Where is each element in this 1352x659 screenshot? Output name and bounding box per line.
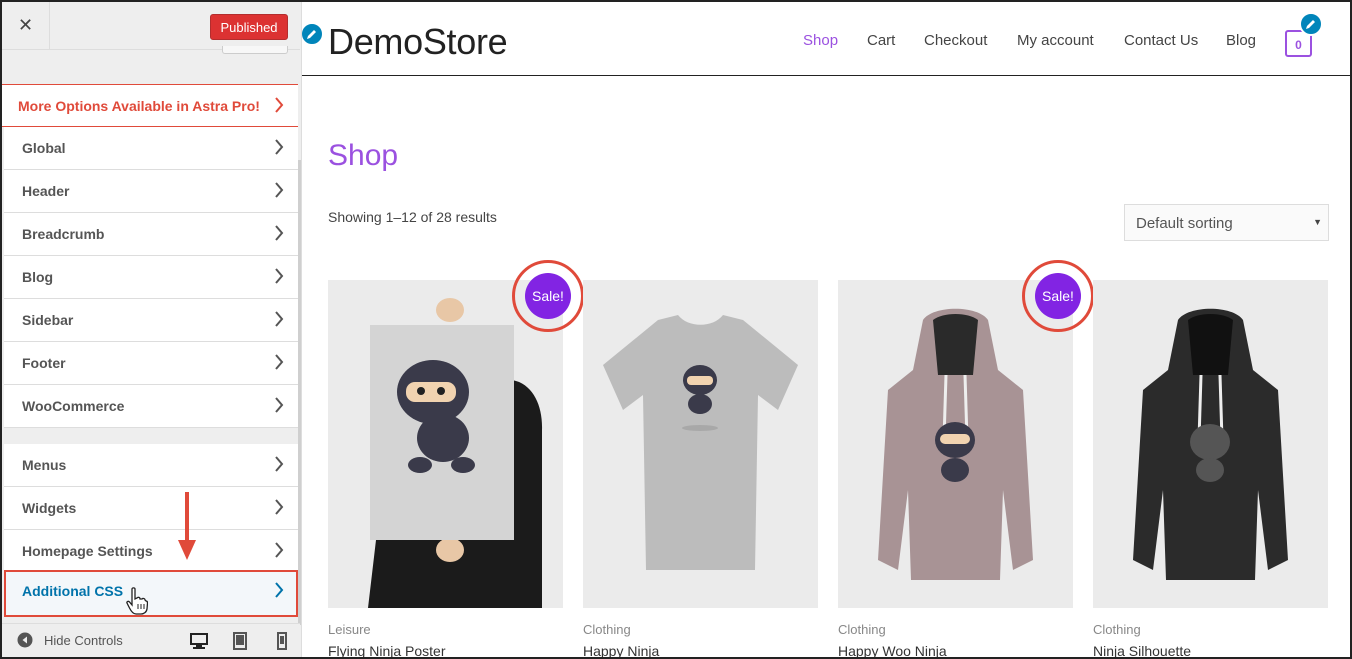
site-header: DemoStore Shop Cart Checkout My account … xyxy=(302,2,1350,76)
cart-count: 0 xyxy=(1295,38,1302,52)
section-sidebar[interactable]: Sidebar xyxy=(4,299,298,342)
publish-button[interactable]: Published xyxy=(210,14,288,40)
nav-contact-us[interactable]: Contact Us xyxy=(1124,32,1198,49)
product-category[interactable]: Leisure xyxy=(328,622,563,637)
section-label: Sidebar xyxy=(22,312,74,328)
hoodie-image-icon xyxy=(838,280,1073,608)
product-category[interactable]: Clothing xyxy=(838,622,1073,637)
customizer-header: ✕ Published xyxy=(2,2,300,50)
nav-shop[interactable]: Shop xyxy=(803,32,838,49)
product-category[interactable]: Clothing xyxy=(583,622,818,637)
product-card[interactable]: Leisure Flying Ninja Poster xyxy=(328,280,563,657)
chevron-right-icon xyxy=(274,541,284,559)
edit-logo-pencil-icon[interactable] xyxy=(302,22,324,46)
chevron-right-icon xyxy=(274,96,284,114)
hide-controls-label: Hide Controls xyxy=(44,633,123,648)
chevron-right-icon xyxy=(274,581,284,599)
edit-cart-pencil-icon[interactable] xyxy=(1299,12,1323,36)
section-label: Footer xyxy=(22,355,66,371)
product-name[interactable]: Ninja Silhouette xyxy=(1093,643,1328,657)
mobile-icon[interactable] xyxy=(272,631,292,651)
result-count: Showing 1–12 of 28 results xyxy=(328,209,497,225)
sale-highlight: Sale! xyxy=(512,260,584,332)
section-label: Blog xyxy=(22,269,54,285)
product-name[interactable]: Flying Ninja Poster xyxy=(328,643,563,657)
section-blog[interactable]: Blog xyxy=(4,256,298,299)
product-category[interactable]: Clothing xyxy=(1093,622,1328,637)
site-preview: DemoStore Shop Cart Checkout My account … xyxy=(302,2,1350,657)
section-label: Global xyxy=(22,140,66,156)
nav-cart[interactable]: Cart xyxy=(867,32,895,49)
hand-cursor-icon xyxy=(126,587,148,615)
product-name[interactable]: Happy Woo Ninja xyxy=(838,643,1073,657)
section-label: Menus xyxy=(22,457,67,473)
nav-my-account[interactable]: My account xyxy=(1017,32,1094,49)
customizer-sidebar: ✕ Published More Options Available in As… xyxy=(2,2,302,657)
section-label: Additional CSS xyxy=(22,583,124,599)
section-header[interactable]: Header xyxy=(4,170,298,213)
chevron-right-icon xyxy=(274,224,284,242)
product-image[interactable] xyxy=(1093,280,1328,608)
chevron-right-icon xyxy=(274,181,284,199)
product-image[interactable] xyxy=(838,280,1073,608)
section-label: Homepage Settings xyxy=(22,543,153,559)
section-homepage-settings[interactable]: Homepage Settings xyxy=(4,530,298,573)
chevron-right-icon xyxy=(274,396,284,414)
poster-image-icon xyxy=(328,280,563,608)
section-menus[interactable]: Menus xyxy=(4,444,298,487)
chevron-right-icon xyxy=(274,138,284,156)
annotation-arrow-icon xyxy=(178,492,196,560)
collapse-icon xyxy=(17,632,33,648)
hoodie-image-icon xyxy=(1093,280,1328,608)
section-widgets[interactable]: Widgets xyxy=(4,487,298,530)
chevron-right-icon xyxy=(274,353,284,371)
nav-blog[interactable]: Blog xyxy=(1226,32,1256,49)
sorting-value: Default sorting xyxy=(1136,215,1233,232)
sorting-select[interactable]: Default sorting ▼ xyxy=(1124,204,1329,241)
section-label: Widgets xyxy=(22,500,77,516)
section-woocommerce[interactable]: WooCommerce xyxy=(4,385,298,428)
site-logo[interactable]: DemoStore xyxy=(328,21,508,63)
sidebar-scrollbar[interactable] xyxy=(298,160,301,625)
promo-label: More Options Available in Astra Pro! xyxy=(18,98,260,114)
nav-checkout[interactable]: Checkout xyxy=(924,32,987,49)
product-image[interactable] xyxy=(583,280,818,608)
caret-down-icon: ▼ xyxy=(1313,217,1322,227)
app-frame: ✕ Published More Options Available in As… xyxy=(0,0,1352,659)
section-label: Breadcrumb xyxy=(22,226,105,242)
section-breadcrumb[interactable]: Breadcrumb xyxy=(4,213,298,256)
product-card[interactable]: Clothing Happy Woo Ninja xyxy=(838,280,1073,657)
product-image[interactable] xyxy=(328,280,563,608)
close-icon: ✕ xyxy=(17,15,34,35)
astra-pro-promo-link[interactable]: More Options Available in Astra Pro! xyxy=(2,84,298,127)
chevron-right-icon xyxy=(274,267,284,285)
sale-badge: Sale! xyxy=(1035,273,1081,319)
section-additional-css[interactable]: Additional CSS xyxy=(4,570,298,617)
section-label: WooCommerce xyxy=(22,398,125,414)
desktop-icon[interactable] xyxy=(189,631,209,651)
section-label: Header xyxy=(22,183,70,199)
customizer-sections: More Options Available in Astra Pro! Glo… xyxy=(2,50,298,625)
chevron-right-icon xyxy=(274,310,284,328)
chevron-right-icon xyxy=(274,498,284,516)
section-global[interactable]: Global xyxy=(4,127,298,170)
tablet-icon[interactable] xyxy=(230,631,250,651)
product-name[interactable]: Happy Ninja xyxy=(583,643,818,657)
product-card[interactable]: Clothing Happy Ninja xyxy=(583,280,818,657)
page-title: Shop xyxy=(328,139,399,172)
customizer-footer: Hide Controls xyxy=(2,623,300,657)
chevron-right-icon xyxy=(274,455,284,473)
close-button[interactable]: ✕ xyxy=(2,2,50,49)
product-card[interactable]: Clothing Ninja Silhouette xyxy=(1093,280,1328,657)
sale-badge: Sale! xyxy=(525,273,571,319)
tshirt-image-icon xyxy=(583,280,818,608)
section-footer[interactable]: Footer xyxy=(4,342,298,385)
sale-highlight: Sale! xyxy=(1022,260,1094,332)
